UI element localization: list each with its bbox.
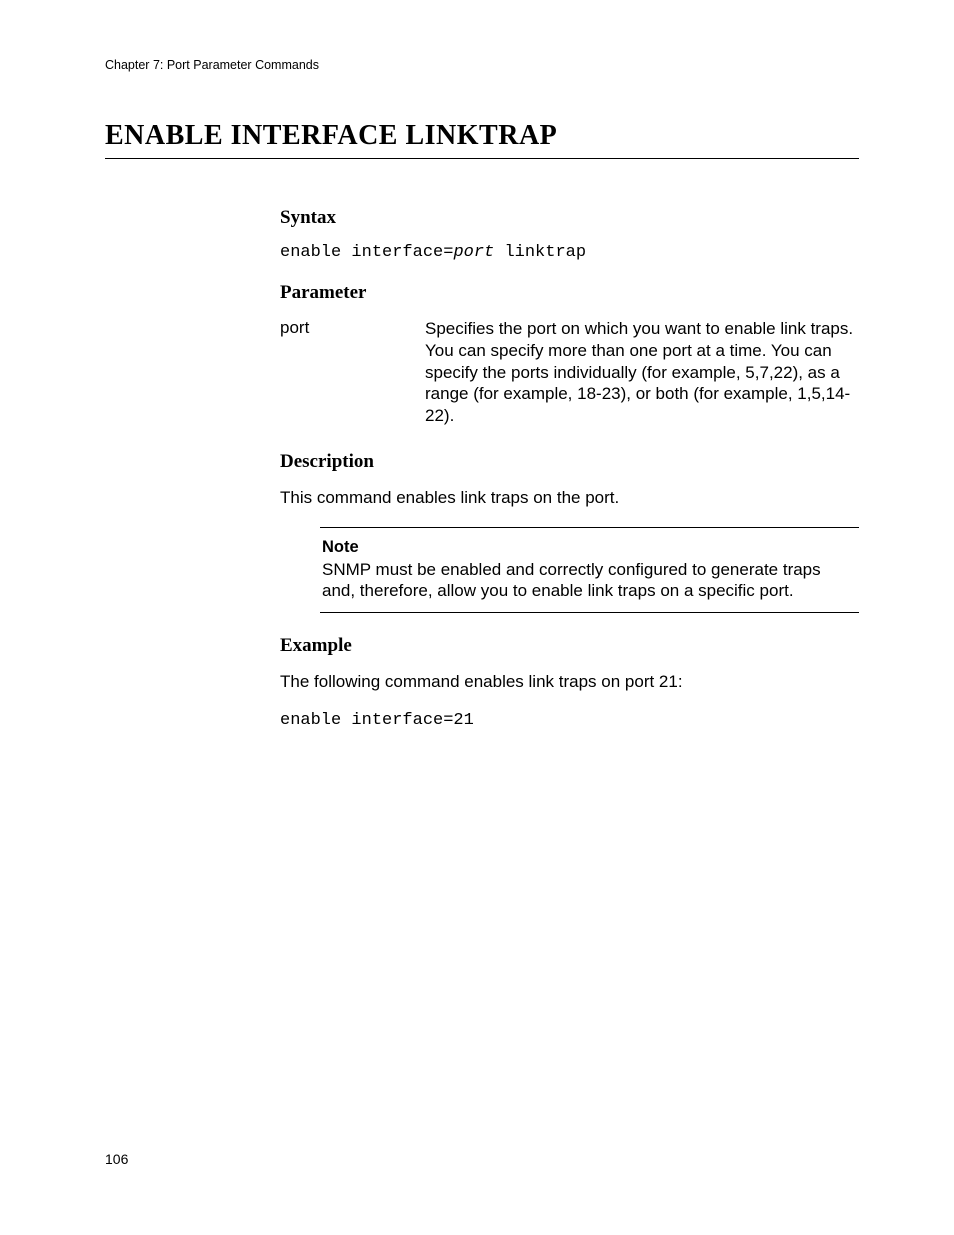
note-text: SNMP must be enabled and correctly confi… bbox=[322, 559, 857, 603]
description-heading: Description bbox=[280, 451, 859, 473]
example-heading: Example bbox=[280, 635, 859, 657]
syntax-arg: port bbox=[453, 243, 494, 262]
syntax-suffix: linktrap bbox=[494, 243, 586, 262]
example-code: enable interface=21 bbox=[280, 711, 859, 730]
note-label: Note bbox=[322, 538, 857, 557]
running-header: Chapter 7: Port Parameter Commands bbox=[105, 58, 859, 72]
note-box: Note SNMP must be enabled and correctly … bbox=[320, 527, 859, 614]
syntax-heading: Syntax bbox=[280, 207, 859, 229]
page: Chapter 7: Port Parameter Commands ENABL… bbox=[0, 0, 954, 1235]
content-column: Syntax enable interface=port linktrap Pa… bbox=[280, 207, 859, 730]
example-intro: The following command enables link traps… bbox=[280, 671, 859, 693]
example-code-text: enable interface=21 bbox=[280, 711, 474, 730]
parameter-description: Specifies the port on which you want to … bbox=[425, 318, 859, 427]
description-text: This command enables link traps on the p… bbox=[280, 487, 859, 509]
parameter-name: port bbox=[280, 318, 425, 427]
parameter-heading: Parameter bbox=[280, 282, 859, 304]
syntax-prefix: enable interface= bbox=[280, 243, 453, 262]
syntax-code: enable interface=port linktrap bbox=[280, 243, 859, 262]
parameter-row: port Specifies the port on which you wan… bbox=[280, 318, 859, 427]
command-title: ENABLE INTERFACE LINKTRAP bbox=[105, 120, 859, 159]
page-number: 106 bbox=[105, 1151, 128, 1167]
